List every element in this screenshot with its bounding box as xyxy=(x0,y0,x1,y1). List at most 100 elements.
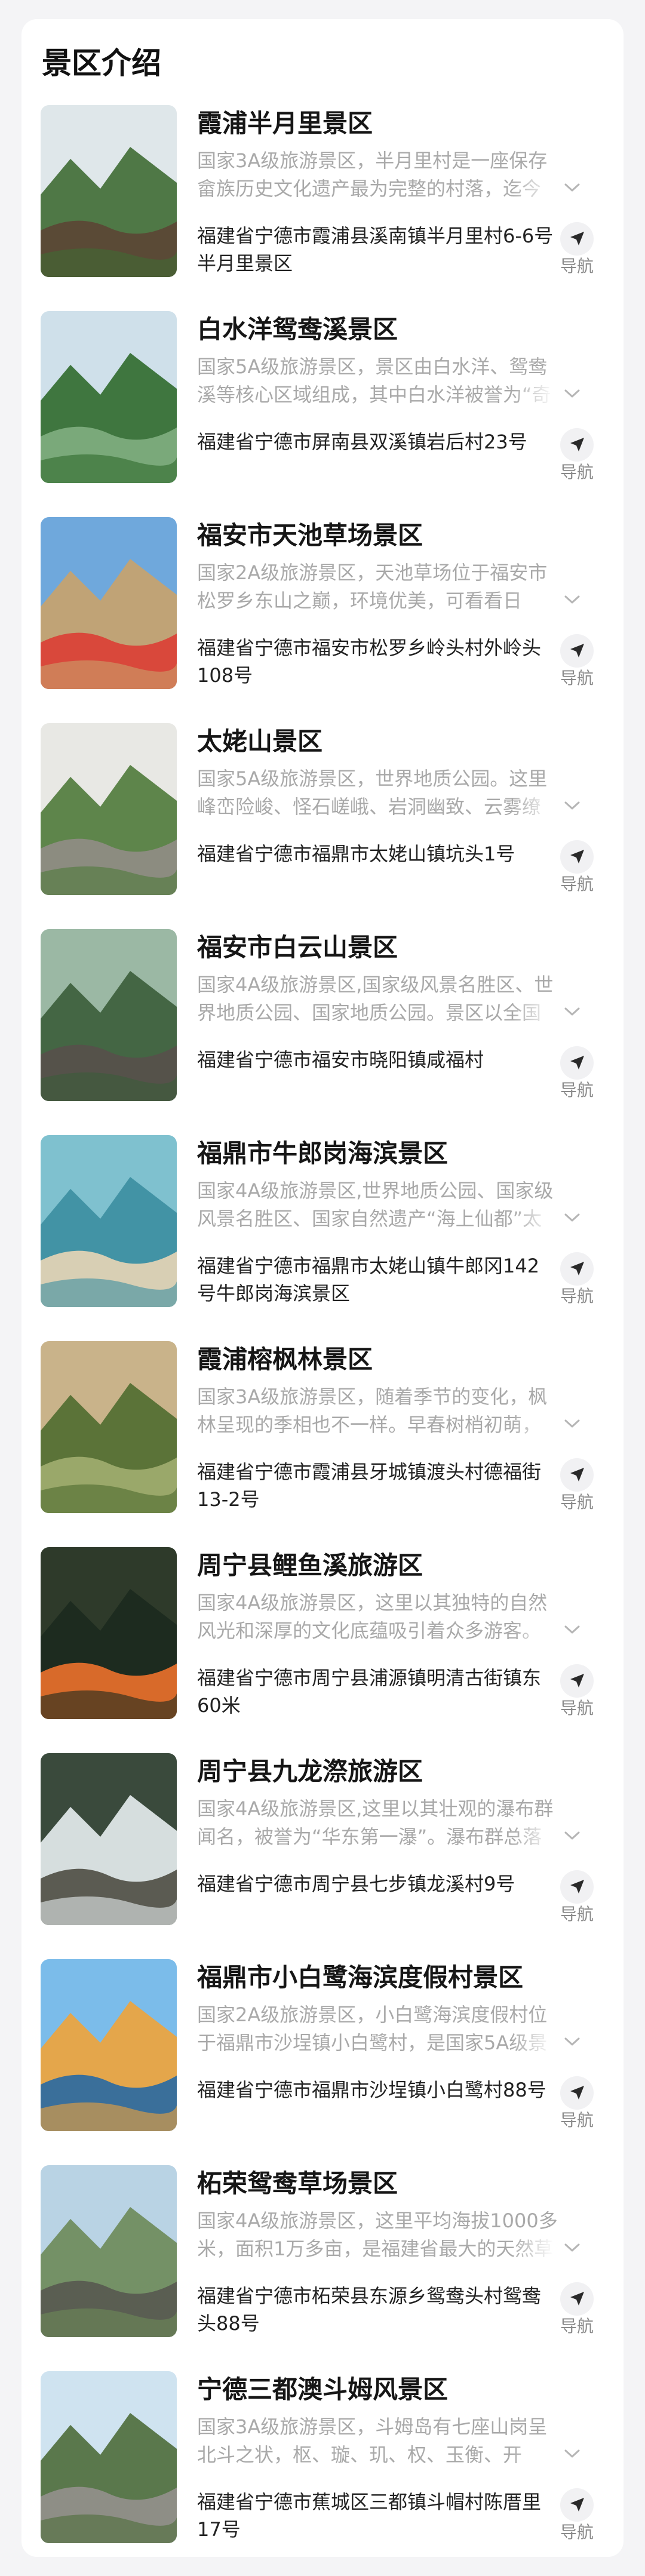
scenic-spot-address: 福建省宁德市柘荣县东源乡鸳鸯头村鸳鸯头88号 xyxy=(197,2285,542,2335)
navigate-button[interactable]: 导航 xyxy=(558,222,604,277)
expand-description-button[interactable] xyxy=(560,176,584,199)
navigation-arrow-icon xyxy=(570,1468,584,1481)
chevron-down-icon xyxy=(564,595,580,604)
expand-description-button[interactable] xyxy=(560,2442,584,2466)
scenic-spot-item[interactable]: 福安市天池草场景区 国家2A级旅游景区，天池草场位于福安市松罗乡东山之巅，环境优… xyxy=(41,517,604,689)
scenic-spot-address: 福建省宁德市周宁县浦源镇明清古街镇东60米 xyxy=(197,1667,542,1717)
navigate-button[interactable]: 导航 xyxy=(558,1664,604,1719)
navigate-icon-circle[interactable] xyxy=(560,2488,594,2522)
navigate-icon-circle[interactable] xyxy=(560,1046,594,1080)
navigate-icon-circle[interactable] xyxy=(560,634,594,668)
navigate-button[interactable]: 导航 xyxy=(558,428,604,483)
navigation-arrow-icon xyxy=(570,232,584,245)
scenic-spot-thumbnail[interactable] xyxy=(41,311,177,483)
scenic-spot-name[interactable]: 周宁县鲤鱼溪旅游区 xyxy=(197,1547,555,1584)
expand-description-button[interactable] xyxy=(560,1000,584,1023)
navigate-button[interactable]: 导航 xyxy=(558,1046,604,1101)
navigate-button[interactable]: 导航 xyxy=(558,1252,604,1307)
scenic-spot-name[interactable]: 霞浦半月里景区 xyxy=(197,105,555,142)
scenic-spot-item[interactable]: 霞浦榕枫林景区 国家3A级旅游景区，随着季节的变化，枫林呈现的季相也不一样。早春… xyxy=(41,1341,604,1513)
chevron-down-icon xyxy=(564,183,580,192)
scenic-spot-name[interactable]: 福安市天池草场景区 xyxy=(197,517,555,554)
expand-description-button[interactable] xyxy=(560,1824,584,1848)
scenic-spot-item[interactable]: 福鼎市牛郎岗海滨景区 国家4A级旅游景区,世界地质公园、国家级风景名胜区、国家自… xyxy=(41,1135,604,1307)
expand-description-button[interactable] xyxy=(560,588,584,611)
scenic-spot-item[interactable]: 霞浦半月里景区 国家3A级旅游景区，半月里村是一座保存畲族历史文化遗产最为完整的… xyxy=(41,105,604,277)
scenic-intro-card: 景区介绍 霞浦半月里景区 国家3A级旅游景区，半月里村是一座保存畲族历史文化遗产… xyxy=(22,19,624,2557)
scenic-spot-thumbnail[interactable] xyxy=(41,1959,177,2131)
navigate-icon-circle[interactable] xyxy=(560,1870,594,1904)
navigate-icon-circle[interactable] xyxy=(560,2076,594,2110)
scenic-spot-description: 国家3A级旅游景区，半月里村是一座保存畲族历史文化遗产最为完整的村落，迄今保留着… xyxy=(197,149,548,200)
navigate-icon-circle[interactable] xyxy=(560,840,594,874)
scenic-spot-item[interactable]: 福鼎市小白鹭海滨度假村景区 国家2A级旅游景区，小白鹭海滨度假村位于福鼎市沙埕镇… xyxy=(41,1959,604,2131)
scenic-spot-address: 福建省宁德市福鼎市太姥山镇牛郎冈142号牛郎岗海滨景区 xyxy=(197,1255,540,1305)
scenery-photo xyxy=(41,1547,177,1719)
navigate-label: 导航 xyxy=(560,256,594,276)
scenic-spot-name[interactable]: 宁德三都澳斗姆风景区 xyxy=(197,2371,555,2408)
navigate-button[interactable]: 导航 xyxy=(558,1458,604,1513)
scenery-photo xyxy=(41,1959,177,2131)
scenic-spot-thumbnail[interactable] xyxy=(41,517,177,689)
navigate-icon-circle[interactable] xyxy=(560,1252,594,1286)
scenic-spot-item[interactable]: 柘荣鸳鸯草场景区 国家4A级旅游景区，这里平均海拔1000多米，面积1万多亩，是… xyxy=(41,2165,604,2337)
navigate-button[interactable]: 导航 xyxy=(558,634,604,689)
scenery-photo xyxy=(41,1753,177,1925)
scenic-spot-thumbnail[interactable] xyxy=(41,1341,177,1513)
scenic-spot-item[interactable]: 周宁县九龙漈旅游区 国家4A级旅游景区,这里以其壮观的瀑布群闻名，被誉为“华东第… xyxy=(41,1753,604,1925)
navigation-arrow-icon xyxy=(570,2086,584,2099)
navigate-button[interactable]: 导航 xyxy=(558,2282,604,2337)
navigate-icon-circle[interactable] xyxy=(560,1458,594,1492)
scenery-photo xyxy=(41,2371,177,2543)
chevron-down-icon xyxy=(564,389,580,398)
chevron-down-icon xyxy=(564,1831,580,1840)
navigate-label: 导航 xyxy=(560,462,594,482)
expand-description-button[interactable] xyxy=(560,2236,584,2260)
scenic-spot-item[interactable]: 白水洋鸳鸯溪景区 国家5A级旅游景区，景区由白水洋、鸳鸯溪等核心区域组成，其中白… xyxy=(41,311,604,483)
navigation-arrow-icon xyxy=(570,644,584,657)
expand-description-button[interactable] xyxy=(560,1412,584,1435)
scenic-spot-name[interactable]: 柘荣鸳鸯草场景区 xyxy=(197,2165,555,2202)
scenic-spot-thumbnail[interactable] xyxy=(41,929,177,1101)
navigate-button[interactable]: 导航 xyxy=(558,2076,604,2131)
scenic-spot-thumbnail[interactable] xyxy=(41,2371,177,2543)
navigate-button[interactable]: 导航 xyxy=(558,840,604,895)
expand-description-button[interactable] xyxy=(560,1206,584,1229)
navigate-icon-circle[interactable] xyxy=(560,428,594,462)
navigate-icon-circle[interactable] xyxy=(560,222,594,256)
scenic-spot-thumbnail[interactable] xyxy=(41,723,177,895)
expand-description-button[interactable] xyxy=(560,794,584,817)
navigate-label: 导航 xyxy=(560,1080,594,1100)
scenic-spot-name[interactable]: 周宁县九龙漈旅游区 xyxy=(197,1753,555,1790)
scenic-spot-thumbnail[interactable] xyxy=(41,1547,177,1719)
scenic-spot-item[interactable]: 福安市白云山景区 国家4A级旅游景区,国家级风景名胜区、世界地质公园、国家地质公… xyxy=(41,929,604,1101)
scenic-spot-name[interactable]: 太姥山景区 xyxy=(197,723,555,760)
navigate-button[interactable]: 导航 xyxy=(558,1870,604,1925)
scenic-spot-thumbnail[interactable] xyxy=(41,2165,177,2337)
navigate-icon-circle[interactable] xyxy=(560,1664,594,1698)
navigate-icon-circle[interactable] xyxy=(560,2282,594,2316)
scenic-spot-description: 国家5A级旅游景区，景区由白水洋、鸳鸯溪等核心区域组成，其中白水洋被誉为“奇绝天… xyxy=(197,355,551,406)
scenic-spot-name[interactable]: 白水洋鸳鸯溪景区 xyxy=(197,311,555,348)
expand-description-button[interactable] xyxy=(560,1618,584,1641)
scenic-spot-thumbnail[interactable] xyxy=(41,105,177,277)
scenic-spot-address: 福建省宁德市霞浦县牙城镇渡头村德福街13-2号 xyxy=(197,1461,542,1511)
expand-description-button[interactable] xyxy=(560,382,584,405)
scenic-spot-thumbnail[interactable] xyxy=(41,1135,177,1307)
scenic-spot-item[interactable]: 周宁县鲤鱼溪旅游区 国家4A级旅游景区，这里以其独特的自然风光和深厚的文化底蕴吸… xyxy=(41,1547,604,1719)
navigate-button[interactable]: 导航 xyxy=(558,2488,604,2543)
scenic-spot-name[interactable]: 福安市白云山景区 xyxy=(197,929,555,966)
scenic-spot-name[interactable]: 福鼎市牛郎岗海滨景区 xyxy=(197,1135,555,1172)
scenic-spot-name[interactable]: 福鼎市小白鹭海滨度假村景区 xyxy=(197,1959,555,1996)
scenic-spot-thumbnail[interactable] xyxy=(41,1753,177,1925)
scenery-photo xyxy=(41,517,177,689)
scenic-spot-item[interactable]: 宁德三都澳斗姆风景区 国家3A级旅游景区，斗姆岛有七座山岗呈北斗之状，枢、璇、玑… xyxy=(41,2371,604,2543)
scenic-spot-description: 国家4A级旅游景区,国家级风景名胜区、世界地质公园、国家地质公园。景区以全国最大… xyxy=(197,973,554,1024)
scenic-spot-name[interactable]: 霞浦榕枫林景区 xyxy=(197,1341,555,1378)
navigation-arrow-icon xyxy=(570,438,584,451)
expand-description-button[interactable] xyxy=(560,2030,584,2054)
scenic-spot-item[interactable]: 太姥山景区 国家5A级旅游景区，世界地质公园。这里峰峦险峻、怪石嵯峨、岩洞幽致、… xyxy=(41,723,604,895)
scenic-spot-address: 福建省宁德市屏南县双溪镇岩后村23号 xyxy=(197,431,527,453)
scenery-photo xyxy=(41,2165,177,2337)
navigate-label: 导航 xyxy=(560,874,594,894)
